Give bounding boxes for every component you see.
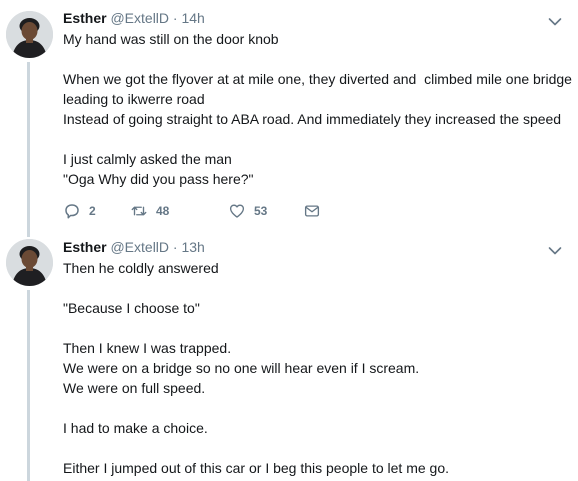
tweet-actions: 2 48 53	[63, 201, 343, 221]
separator-dot: ·	[172, 239, 178, 255]
retweet-count: 48	[156, 204, 170, 218]
avatar-image	[6, 239, 53, 286]
tweet-text: My hand was still on the door knob When …	[63, 31, 572, 187]
author-handle[interactable]: @ExtellD	[110, 239, 169, 255]
tweet-menu-button[interactable]	[548, 14, 562, 26]
reply-icon	[65, 204, 79, 219]
like-count: 53	[254, 204, 268, 218]
reply-count: 2	[89, 204, 96, 218]
chevron-down-icon	[548, 18, 562, 26]
retweet-icon	[131, 206, 147, 216]
tweet-menu-button[interactable]	[548, 243, 562, 255]
author-handle[interactable]: @ExtellD	[110, 10, 169, 26]
like-button[interactable]: 53	[228, 201, 267, 221]
chevron-down-icon	[548, 247, 562, 255]
thread-connector-top	[27, 230, 30, 237]
tweet[interactable]: Esther @ExtellD · 13h Then he coldly ans…	[0, 230, 578, 481]
author-name[interactable]: Esther	[63, 239, 107, 255]
envelope-icon	[304, 205, 320, 217]
reply-button[interactable]: 2	[63, 201, 96, 221]
tweet[interactable]: Esther @ExtellD · 14h My hand was still …	[0, 0, 578, 230]
thread-connector	[27, 290, 30, 481]
separator-dot: ·	[172, 10, 178, 26]
retweet-button[interactable]: 48	[130, 201, 169, 221]
tweet-header: Esther @ExtellD · 14h	[63, 9, 205, 27]
heart-icon	[229, 204, 245, 218]
tweet-text: Then he coldly answered "Because I choos…	[63, 260, 449, 476]
avatar-image	[6, 11, 53, 58]
tweet-header: Esther @ExtellD · 13h	[63, 238, 205, 256]
thread-connector	[27, 62, 30, 230]
avatar[interactable]	[6, 239, 53, 286]
author-name[interactable]: Esther	[63, 10, 107, 26]
avatar[interactable]	[6, 11, 53, 58]
direct-message-button[interactable]	[303, 201, 321, 221]
timestamp[interactable]: 13h	[181, 239, 204, 255]
timestamp[interactable]: 14h	[181, 10, 204, 26]
